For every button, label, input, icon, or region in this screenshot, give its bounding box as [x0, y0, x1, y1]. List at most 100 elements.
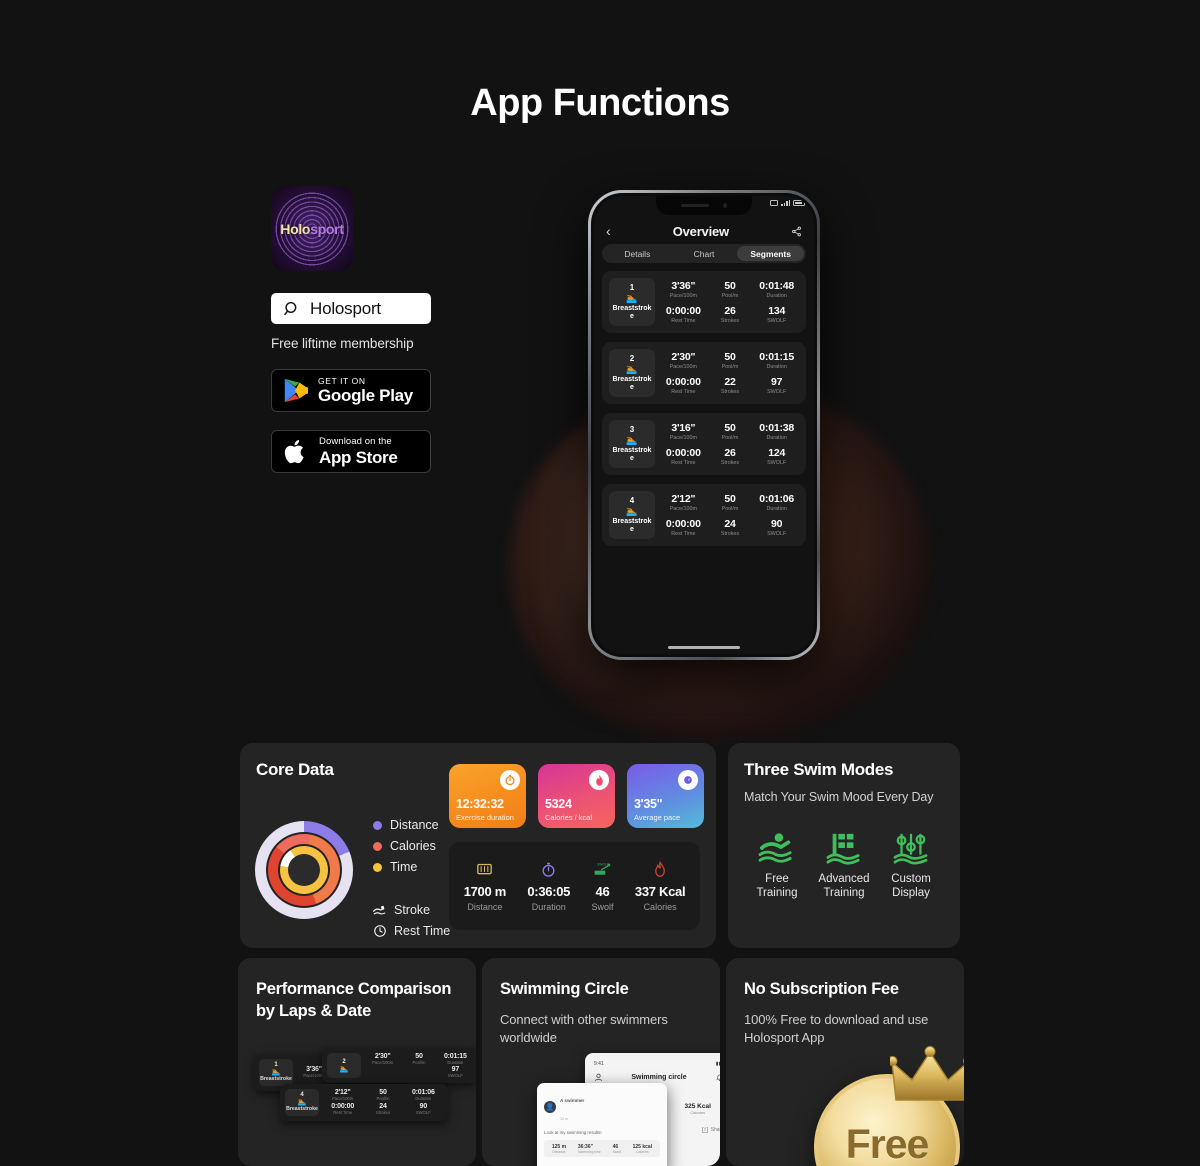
mode-advanced-training[interactable]: Advanced Training — [811, 831, 877, 901]
chevron-left-icon[interactable]: ‹ — [606, 224, 611, 238]
tile-exercise-duration[interactable]: 12:32:32 Exercise duration — [449, 764, 526, 828]
segment-swolf: 124 SWOLF — [754, 445, 799, 468]
mini-pool-label: Pool/m — [376, 1096, 390, 1102]
legend-item-time: Time — [373, 860, 439, 874]
no-subscription-title: No Subscription Fee — [744, 980, 899, 998]
segments-list: 1 🏊 Breaststroke 3'36" Pace/100m 50 Pool/m… — [594, 271, 814, 547]
logo-part-sport: sport — [310, 220, 344, 237]
legend-label-stroke: Stroke — [394, 903, 431, 917]
sc-post-user: 👤 A swimmer 12 m — [544, 1162, 660, 1166]
segment-rest-value: 0:00:00 — [665, 447, 701, 460]
tab-details[interactable]: Details — [604, 246, 671, 261]
flame-icon — [589, 770, 609, 790]
sc-post-time: 10 m — [560, 1117, 568, 1121]
pool-lanes-icon — [476, 860, 493, 878]
segment-rest: 0:00:00 Rest Time — [661, 445, 706, 468]
tile-value: 12:32:32 — [456, 797, 504, 811]
custom-display-icon — [893, 833, 928, 865]
swimming-circle-mockup: 9:41 ▮▮▮ Swimming circle Follow 21Distan… — [537, 1053, 720, 1166]
legend-label-calories: Calories — [390, 839, 436, 853]
stat-label: Duration — [531, 902, 566, 912]
segment-pool-label: Pool/m — [721, 435, 739, 442]
segment-row[interactable]: 3 🏊 Breaststroke 3'16" Pace/100m 50 Pool/m… — [602, 413, 806, 476]
mini-stroke-box: 4 🏊 Breaststroke — [285, 1089, 319, 1116]
mini-swolf-value: 97 — [451, 1066, 460, 1073]
swim-modes-card: Three Swim Modes Match Your Swim Mood Ev… — [728, 743, 960, 948]
segment-swolf-label: SWOLF — [767, 389, 787, 396]
segment-strokes-label: Strokes — [720, 318, 740, 325]
tab-segments[interactable]: Segments — [737, 246, 805, 261]
search-input[interactable]: Holosport — [271, 293, 431, 324]
promo-column: Holosport Holosport Free liftime members… — [271, 186, 431, 473]
search-value: Holosport — [310, 298, 381, 318]
tile-value: 3'35" — [634, 797, 663, 811]
swimming-circle-subtitle: Connect with other swimmers worldwide — [500, 1012, 668, 1046]
segment-row[interactable]: 2 🏊 Breaststroke 2'30" Pace/100m 50 Pool/m… — [602, 342, 806, 405]
mode-label: Advanced Training — [818, 872, 869, 901]
app-store-big-label: App Store — [319, 447, 398, 467]
segment-swolf-value: 134 — [768, 305, 786, 318]
legend-item-rest-time: Rest Time — [373, 924, 450, 938]
segment-swolf-label: SWOLF — [767, 460, 787, 467]
segment-row[interactable]: 4 🏊 Breaststroke 2'12" Pace/100m 50 Pool/m… — [602, 484, 806, 547]
google-play-button[interactable]: GET IT ON Google Play — [271, 369, 431, 412]
tile-average-pace[interactable]: 3'35" Average pace — [627, 764, 704, 828]
feature-cards-bottom: Performance Comparison by Laps & Date 1 … — [238, 958, 964, 1166]
sc-metric: 125 m Distance — [552, 1144, 566, 1154]
mini-pace-value: 2'12" — [334, 1089, 351, 1097]
sc-stat-value: 325 Kcal — [684, 1103, 711, 1110]
apple-icon — [284, 439, 304, 463]
segment-rest-label: Rest Time — [671, 460, 696, 467]
logo-part-holo: Holo — [280, 220, 311, 237]
status-bar — [770, 200, 805, 206]
legend-item-calories: Calories — [373, 839, 439, 853]
segment-swolf-value: 97 — [771, 376, 783, 389]
segment-duration-value: 0:01:38 — [759, 422, 795, 435]
sc-user-name: A swimmer — [560, 1098, 585, 1103]
segment-swolf: 97 SWOLF — [754, 374, 799, 397]
segment-pace-label: Pace/100m — [669, 435, 697, 442]
sc-metric-label: Distance — [552, 1150, 566, 1154]
swimming-circle-card: Swimming Circle Connect with other swimm… — [482, 958, 720, 1166]
mode-custom-display[interactable]: Custom Display — [878, 831, 944, 901]
sc-stat-label: Calories — [690, 1110, 706, 1115]
segment-duration-value: 0:01:48 — [759, 280, 795, 293]
mini-duration-value: 0:01:06 — [411, 1089, 435, 1097]
segment-row[interactable]: 1 🏊 Breaststroke 3'36" Pace/100m 50 Pool/m… — [602, 271, 806, 334]
avatar: 👤 — [544, 1101, 556, 1113]
performance-title-line2: by Laps & Date — [256, 1002, 371, 1021]
segment-number: 2 — [629, 354, 635, 364]
app-store-button[interactable]: Download on the App Store — [271, 430, 431, 473]
core-data-tiles: 12:32:32 Exercise duration 5324 Calories… — [449, 764, 704, 828]
segment-rest-label: Rest Time — [671, 531, 696, 538]
share-icon[interactable] — [791, 226, 802, 237]
tab-chart[interactable]: Chart — [671, 246, 738, 261]
clock-icon — [374, 925, 386, 937]
mode-label-line1: Custom — [891, 873, 931, 885]
segment-pace-value: 3'16" — [671, 422, 696, 435]
segment-rest-label: Rest Time — [671, 389, 696, 396]
mode-free-training[interactable]: Free Training — [744, 831, 810, 901]
sim-icon — [770, 200, 779, 206]
stopwatch-icon — [541, 860, 556, 878]
swimmer-icon: 🏊 — [626, 506, 638, 517]
mini-strokes-label: Strokes — [375, 1110, 391, 1116]
stat-value: 1700 m — [463, 884, 507, 899]
sc-post-text: Look at my swimming results! — [544, 1130, 602, 1135]
sc-metric: 36:36" Swimming time — [578, 1144, 601, 1154]
mini-swolf-label: SWOLF — [415, 1110, 431, 1116]
feature-cards-top: Core Data Distance Calories Time Stroke … — [240, 743, 960, 948]
performance-comparison-card: Performance Comparison by Laps & Date 1 … — [238, 958, 476, 1166]
mode-label-line2: Training — [756, 887, 798, 900]
activity-rings-chart — [255, 821, 353, 919]
mini-duration: 0:01:06 Duration — [404, 1089, 443, 1102]
tile-calories[interactable]: 5324 Calories / kcal — [538, 764, 615, 828]
segment-pool-label: Pool/m — [721, 506, 739, 513]
segment-pool-value: 50 — [724, 280, 736, 293]
segment-duration: 0:01:06 Duration — [754, 491, 799, 514]
app-functions-page: App Functions Holosport Holosport Free l… — [0, 0, 1200, 1166]
app-store-small-label: Download on the — [319, 436, 392, 448]
segment-strokes: 26 Strokes — [708, 303, 753, 326]
stat-duration: 0:36:05 Duration — [527, 860, 570, 912]
phone-mockup: ‹ Overview Details Chart Segments 1 🏊 Br… — [500, 180, 940, 740]
